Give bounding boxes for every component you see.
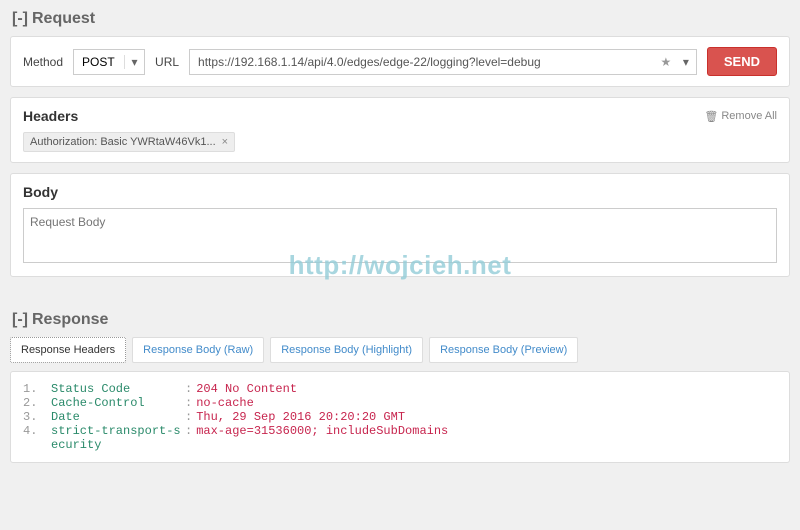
collapse-icon[interactable]: [-] [12,10,28,28]
tab-response-highlight[interactable]: Response Body (Highlight) [270,337,423,363]
headers-title: Headers [23,108,78,124]
response-line: 4. strict-transport-s : max-age=31536000… [23,424,777,438]
headers-panel: Headers 🗑 Remove All Authorization: Basi… [10,97,790,163]
body-panel: Body [10,173,790,277]
tab-response-headers[interactable]: Response Headers [10,337,126,363]
response-body: 1. Status Code : 204 No Content 2. Cache… [10,371,790,463]
url-input[interactable] [190,50,656,74]
chevron-down-icon: ▾ [124,55,144,69]
body-title: Body [23,184,58,200]
method-label: Method [23,55,63,69]
tab-response-raw[interactable]: Response Body (Raw) [132,337,264,363]
url-field-wrap: ★ ▾ [189,49,697,75]
url-label: URL [155,55,179,69]
response-line: 1. Status Code : 204 No Content [23,382,777,396]
collapse-icon[interactable]: [-] [12,311,28,329]
header-tag[interactable]: Authorization: Basic YWRtaW46Vk1... × [23,132,235,152]
method-value: POST [74,55,124,69]
chevron-down-icon[interactable]: ▾ [676,55,696,69]
header-tag-text: Authorization: Basic YWRtaW46Vk1... [30,136,216,148]
response-line: 2. Cache-Control : no-cache [23,396,777,410]
response-line: ecurity [23,438,777,452]
tab-response-preview[interactable]: Response Body (Preview) [429,337,578,363]
request-title: Request [32,10,95,28]
response-header: [-] Response [0,301,800,337]
remove-all-button[interactable]: 🗑 Remove All [704,110,777,123]
star-icon[interactable]: ★ [656,55,676,69]
response-tabs: Response Headers Response Body (Raw) Res… [10,337,790,363]
request-panel: Method POST ▾ URL ★ ▾ SEND [10,36,790,87]
request-header: [-] Request [0,0,800,36]
body-textarea[interactable] [23,208,777,263]
send-button[interactable]: SEND [707,47,777,76]
trash-icon: 🗑 [704,110,718,123]
response-title: Response [32,311,108,329]
response-line: 3. Date : Thu, 29 Sep 2016 20:20:20 GMT [23,410,777,424]
close-icon[interactable]: × [222,136,228,148]
method-select[interactable]: POST ▾ [73,49,145,75]
